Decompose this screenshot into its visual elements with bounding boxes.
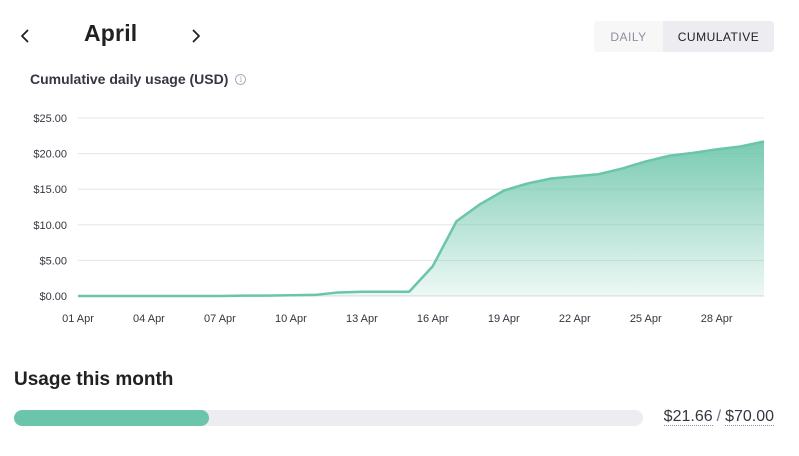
- chevron-left-icon: [21, 29, 29, 43]
- usage-progress-fill: [14, 410, 209, 426]
- usage-used-value[interactable]: $21.66: [663, 408, 713, 426]
- cumulative-usage-chart: $0.00 $5.00 $10.00 $15.00 $20.00 $25.00 01 Ap…: [33, 113, 765, 325]
- usage-progress-bar: [14, 410, 643, 426]
- x-tick-label: 04 Apr: [133, 313, 165, 325]
- chart-area-layer: [77, 140, 765, 298]
- usage-limit-value[interactable]: $70.00: [725, 408, 774, 426]
- y-tick-label: $10.00: [33, 220, 67, 232]
- x-tick-label: 19 Apr: [488, 313, 520, 325]
- y-tick-label: $20.00: [33, 149, 67, 161]
- x-tick-label: 10 Apr: [275, 313, 307, 325]
- y-tick-label: $15.00: [33, 184, 67, 196]
- month-title: April: [84, 20, 138, 46]
- y-axis-ticks: $0.00 $5.00 $10.00 $15.00 $20.00 $25.00: [33, 113, 67, 303]
- chart-title: Cumulative daily usage (USD): [30, 71, 229, 87]
- x-tick-label: 28 Apr: [701, 313, 733, 325]
- chart-title-row: Cumulative daily usage (USD) i: [30, 71, 247, 87]
- x-tick-label: 25 Apr: [630, 313, 662, 325]
- y-tick-label: $25.00: [33, 113, 67, 125]
- x-tick-label: 07 Apr: [204, 313, 236, 325]
- chevron-right-icon: [192, 29, 200, 43]
- y-tick-label: $5.00: [39, 255, 67, 267]
- x-tick-label: 13 Apr: [346, 313, 378, 325]
- x-tick-label: 01 Apr: [62, 313, 94, 325]
- view-toggle: DAILY CUMULATIVE: [594, 21, 774, 52]
- y-tick-label: $0.00: [39, 291, 67, 303]
- x-axis-ticks: 01 Apr 04 Apr 07 Apr 10 Apr 13 Apr 16 Apr 19 A…: [62, 313, 733, 325]
- usage-separator: /: [716, 408, 722, 425]
- usage-amount: $21.66/$70.00: [663, 408, 774, 426]
- next-month-button[interactable]: [182, 22, 210, 50]
- daily-toggle-button[interactable]: DAILY: [594, 21, 663, 52]
- x-tick-label: 22 Apr: [559, 313, 591, 325]
- prev-month-button[interactable]: [11, 22, 39, 50]
- usage-title: Usage this month: [14, 369, 174, 390]
- series-area: [78, 141, 764, 296]
- info-icon[interactable]: i: [235, 73, 247, 85]
- x-tick-label: 16 Apr: [417, 313, 449, 325]
- cumulative-toggle-button[interactable]: CUMULATIVE: [663, 21, 774, 52]
